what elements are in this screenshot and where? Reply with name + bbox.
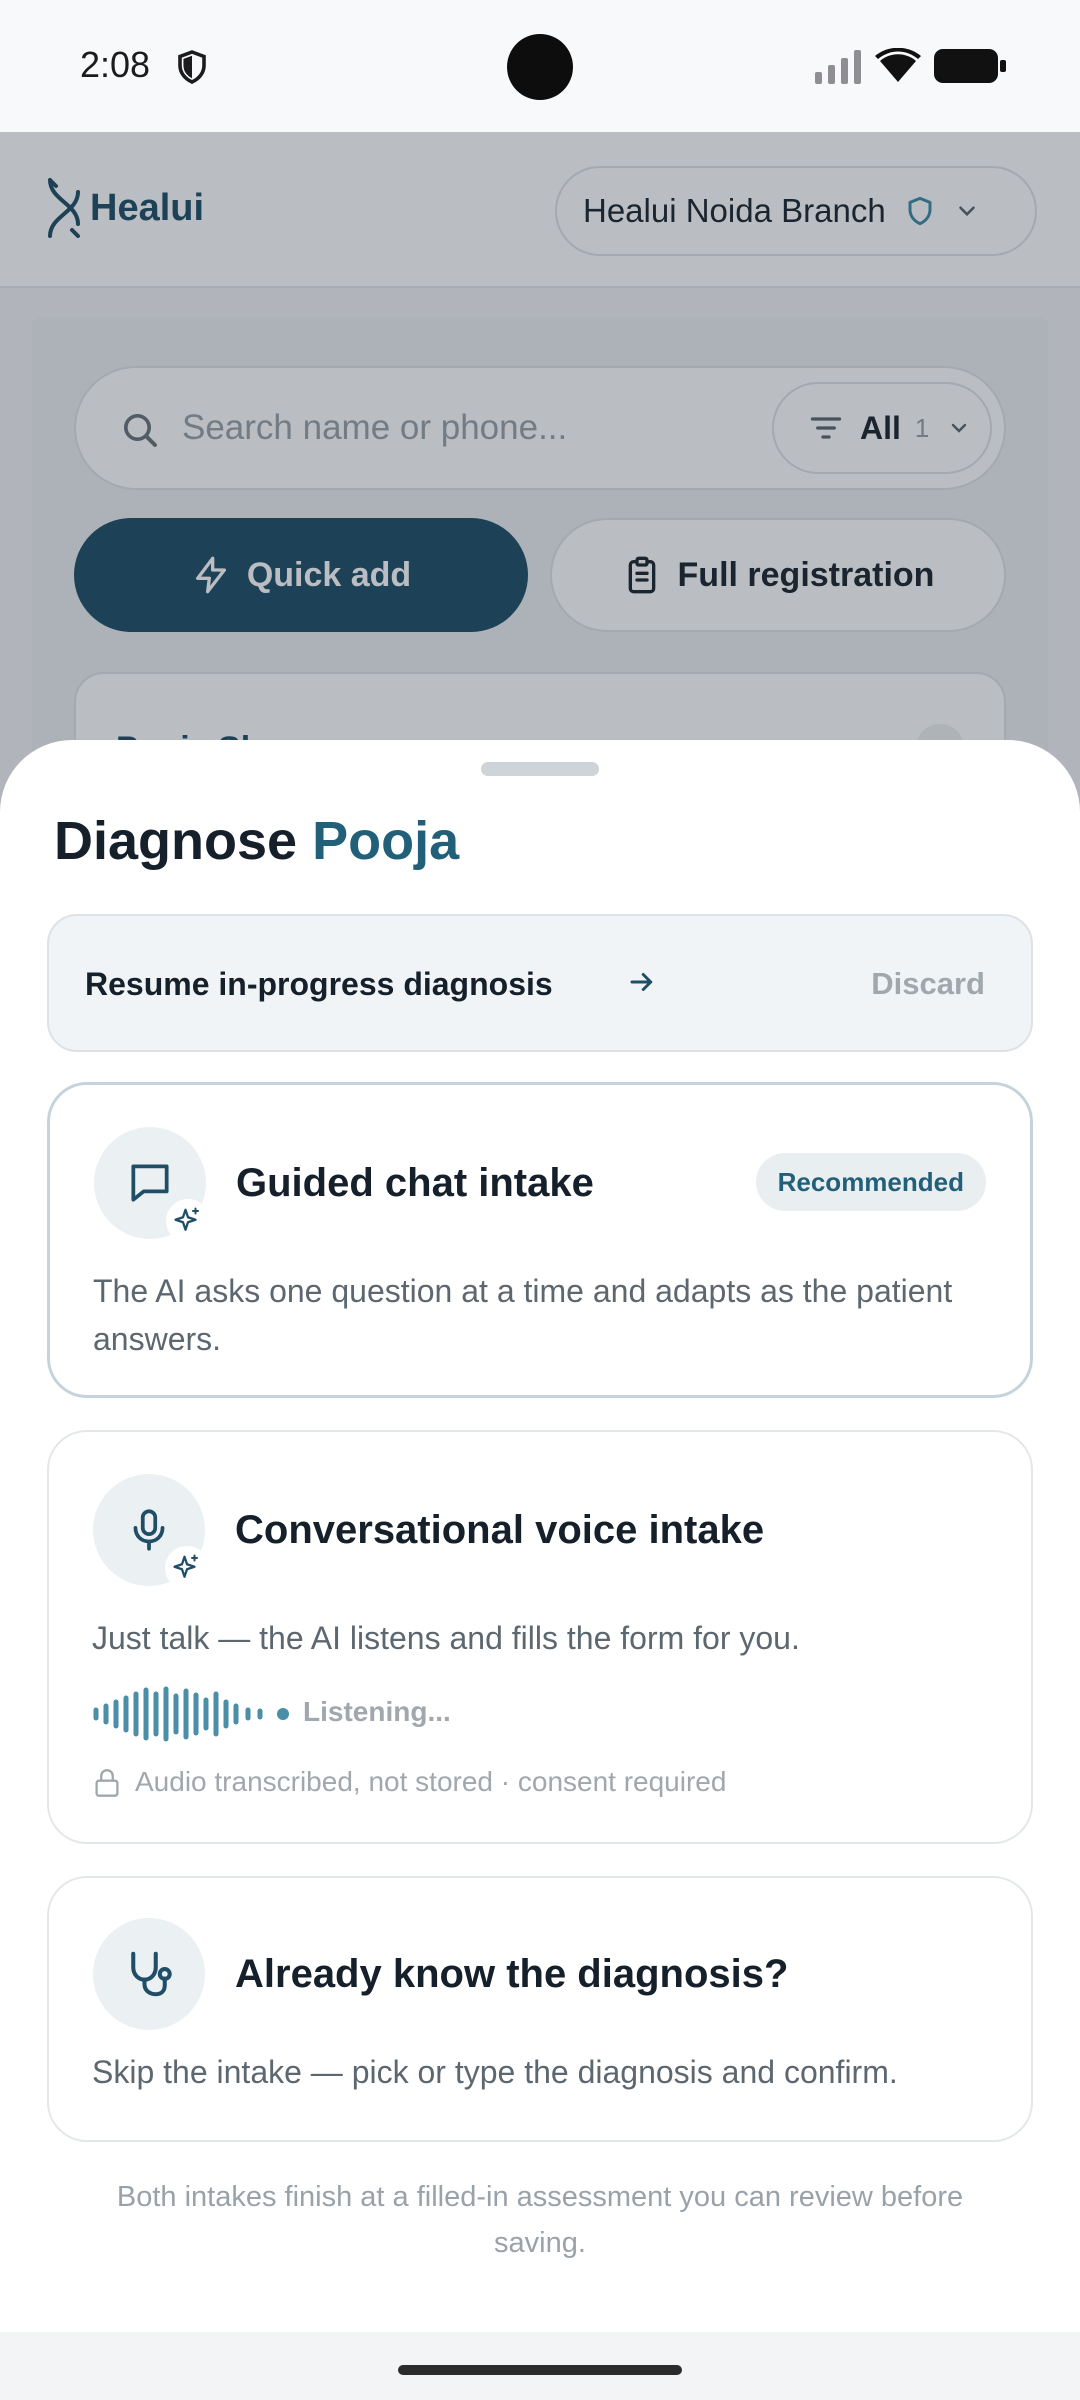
battery-icon — [934, 49, 1006, 83]
listening-status: Listening... — [303, 1696, 451, 1727]
option-description: The AI asks one question at a time and a… — [93, 1273, 953, 1357]
stethoscope-icon-circle — [93, 1918, 205, 2030]
chat-icon-circle — [94, 1127, 210, 1243]
arrow-right-icon[interactable] — [627, 967, 657, 997]
privacy-note: Audio transcribed, not stored · consent … — [135, 1766, 727, 1797]
option-title: Guided chat intake — [236, 1161, 594, 1205]
known-diagnosis-option[interactable]: Already know the diagnosis? Skip the int… — [47, 1876, 1033, 2142]
discard-button[interactable]: Discard — [871, 966, 985, 1002]
mic-icon-circle — [93, 1474, 209, 1590]
patient-name: Pooja — [312, 811, 460, 871]
guided-chat-intake-option[interactable]: Guided chat intake Recommended The AI as… — [47, 1082, 1033, 1398]
cellular-signal-icon — [815, 50, 861, 84]
front-camera — [507, 34, 573, 100]
status-time: 2:08 — [80, 44, 151, 85]
lock-icon — [95, 1769, 119, 1797]
option-title: Already know the diagnosis? — [235, 1952, 789, 1996]
sparkle-icon — [174, 1207, 199, 1231]
waveform-icon — [93, 1686, 263, 1742]
home-gesture-bar[interactable] — [398, 2365, 682, 2375]
sheet-footnote: Both intakes finish at a filled-in asses… — [116, 2181, 964, 2259]
resume-diagnosis-link[interactable]: Resume in-progress diagnosis — [85, 966, 553, 1003]
sheet-drag-handle[interactable] — [481, 762, 599, 776]
diagnose-bottom-sheet: Diagnose Pooja Resume in-progress diagno… — [0, 740, 1080, 2332]
ai-sparkle-badge — [165, 1546, 209, 1590]
stethoscope-icon — [131, 1951, 172, 1997]
ai-sparkle-badge — [166, 1199, 210, 1243]
sheet-title: Diagnose Pooja — [54, 810, 459, 872]
status-bar: 2:08 — [0, 0, 1080, 132]
recommended-badge: Recommended — [755, 1153, 986, 1211]
chat-bubble-icon — [131, 1164, 169, 1202]
option-description: Skip the intake — pick or type the diagn… — [92, 2054, 898, 2090]
wifi-icon — [875, 48, 921, 82]
sparkle-icon — [173, 1554, 198, 1578]
microphone-icon — [133, 1509, 165, 1551]
option-description: Just talk — the AI listens and fills the… — [92, 1620, 800, 1656]
resume-banner: Resume in-progress diagnosis Discard — [47, 914, 1033, 1052]
shield-icon — [178, 50, 206, 84]
option-title: Conversational voice intake — [235, 1508, 765, 1552]
listening-dot — [277, 1708, 289, 1720]
voice-intake-option[interactable]: Conversational voice intake Just talk — … — [47, 1430, 1033, 1844]
sheet-title-prefix: Diagnose — [54, 811, 298, 871]
